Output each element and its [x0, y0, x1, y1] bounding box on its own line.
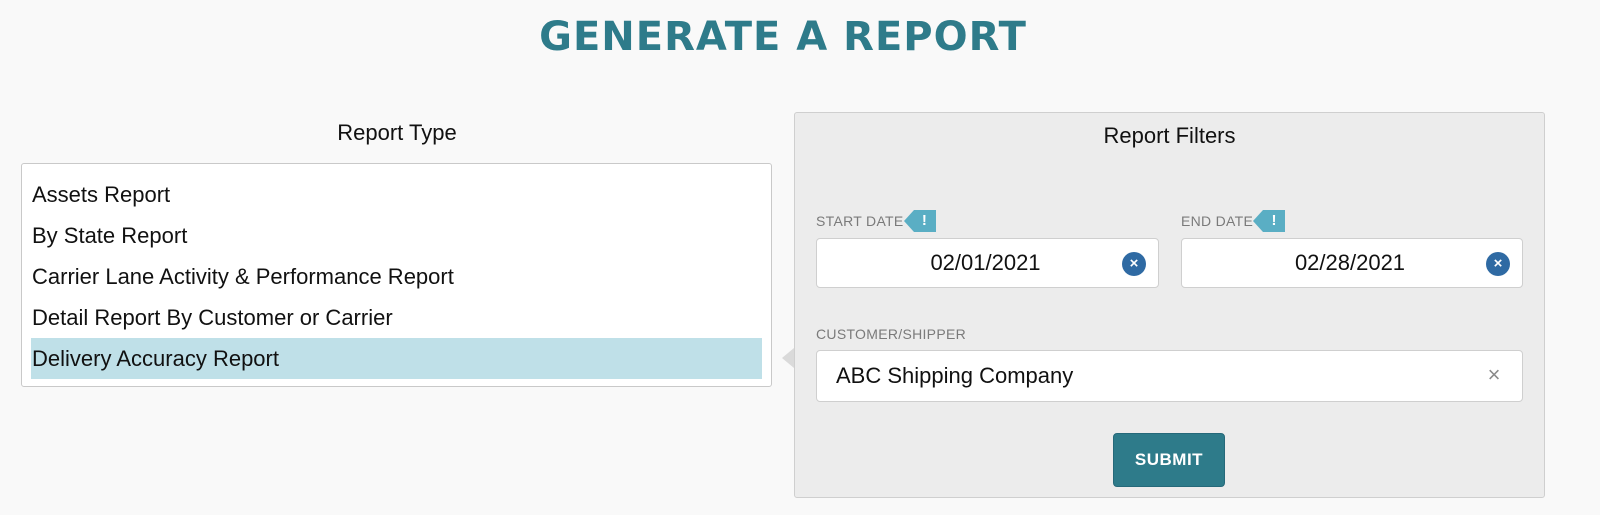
start-date-value: 02/01/2021	[930, 250, 1041, 275]
report-type-list: Assets Report By State Report Carrier La…	[21, 163, 772, 387]
report-filters-panel: Report Filters START DATE! 02/01/2021 × …	[794, 112, 1545, 498]
caret-left-icon	[782, 348, 794, 368]
report-item-delivery-accuracy[interactable]: Delivery Accuracy Report	[31, 338, 762, 379]
report-filters-heading: Report Filters	[1103, 123, 1236, 148]
report-item-by-state[interactable]: By State Report	[31, 215, 762, 256]
close-icon[interactable]: ×	[1482, 363, 1506, 387]
report-item-carrier-lane[interactable]: Carrier Lane Activity & Performance Repo…	[31, 256, 762, 297]
report-item-assets[interactable]: Assets Report	[31, 174, 762, 215]
end-date-input[interactable]: 02/28/2021 ×	[1181, 238, 1523, 288]
page-title: GENERATE A REPORT	[539, 14, 1027, 60]
report-item-detail-by-customer[interactable]: Detail Report By Customer or Carrier	[31, 297, 762, 338]
customer-shipper-label: CUSTOMER/SHIPPER	[816, 326, 967, 342]
close-circle-icon[interactable]: ×	[1486, 252, 1510, 276]
end-date-label: END DATE!	[1181, 209, 1286, 232]
close-circle-icon[interactable]: ×	[1122, 252, 1146, 276]
exclamation-icon: !	[903, 209, 936, 232]
start-date-input[interactable]: 02/01/2021 ×	[816, 238, 1159, 288]
customer-shipper-value: ABC Shipping Company	[836, 363, 1074, 388]
end-date-label-text: END DATE	[1181, 213, 1254, 229]
report-type-heading: Report Type	[337, 120, 457, 145]
customer-shipper-input[interactable]: ABC Shipping Company ×	[816, 350, 1523, 402]
submit-button[interactable]: SUBMIT	[1113, 433, 1225, 487]
exclamation-icon: !	[1253, 209, 1286, 232]
end-date-value: 02/28/2021	[1294, 250, 1406, 275]
start-date-label-text: START DATE	[816, 213, 904, 229]
start-date-label: START DATE!	[816, 209, 936, 232]
